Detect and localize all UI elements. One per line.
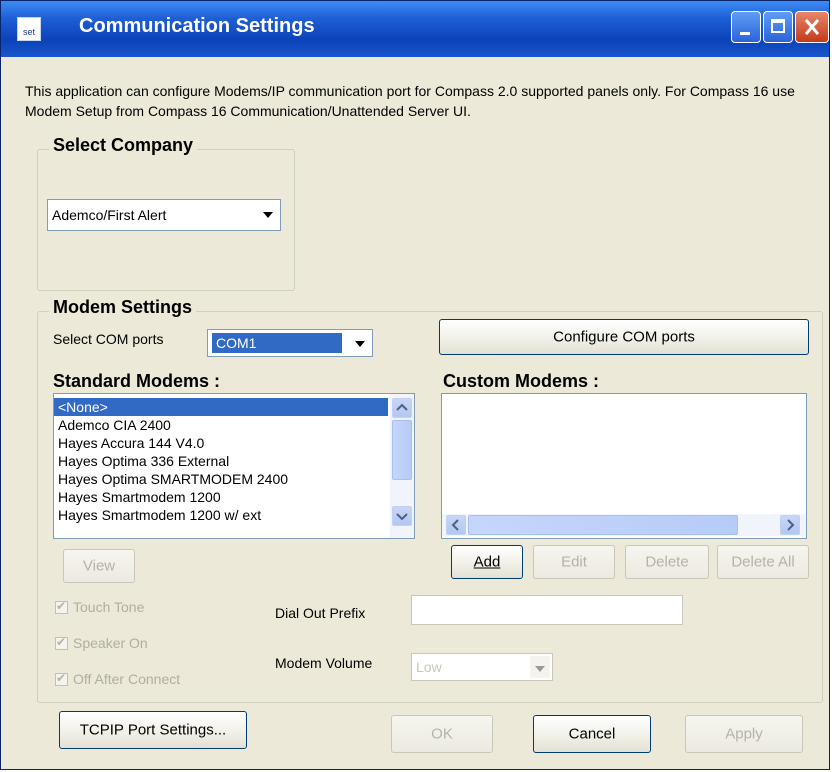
list-item[interactable]: Hayes Optima SMARTMODEM 2400 xyxy=(54,470,414,488)
speaker-on-label: Speaker On xyxy=(73,635,148,651)
standard-modems-list[interactable]: <None> Ademco CIA 2400 Hayes Accura 144 … xyxy=(53,393,415,539)
delete-all-button[interactable]: Delete All xyxy=(717,545,809,579)
dial-out-prefix-label: Dial Out Prefix xyxy=(275,605,366,621)
company-select[interactable]: Ademco/First Alert xyxy=(47,199,281,231)
close-icon xyxy=(804,19,820,35)
standard-modems-scrollbar[interactable] xyxy=(390,394,414,538)
scroll-down-button[interactable] xyxy=(392,506,412,526)
com-port-select-value: COM1 xyxy=(212,333,342,353)
list-item[interactable]: <None> xyxy=(54,398,388,416)
delete-button[interactable]: Delete xyxy=(625,545,709,579)
standard-modems-label: Standard Modems : xyxy=(53,371,221,391)
scroll-left-button[interactable] xyxy=(446,515,466,535)
chevron-down-icon[interactable] xyxy=(530,656,550,678)
chevron-up-icon xyxy=(396,403,408,411)
configure-com-ports-button[interactable]: Configure COM ports xyxy=(439,319,809,355)
custom-modems-label: Custom Modems : xyxy=(443,371,600,391)
custom-modems-list[interactable] xyxy=(441,393,807,539)
off-after-connect-label: Off After Connect xyxy=(73,671,181,687)
list-item[interactable]: Hayes Smartmodem 1200 w/ ext xyxy=(54,506,414,524)
delete-button-label: Delete xyxy=(645,553,689,571)
apply-button[interactable]: Apply xyxy=(685,715,803,753)
modem-settings-legend: Modem Settings xyxy=(49,297,197,318)
ok-button[interactable]: OK xyxy=(391,715,493,753)
delete-all-button-label: Delete All xyxy=(731,553,795,571)
chevron-right-icon xyxy=(787,519,795,531)
touch-tone-label: Touch Tone xyxy=(73,599,145,615)
configure-com-ports-label: Configure COM ports xyxy=(553,328,695,346)
speaker-on-checkbox[interactable] xyxy=(55,635,68,650)
modem-volume-select[interactable]: Low xyxy=(411,653,553,681)
custom-modems-hscrollbar[interactable] xyxy=(442,514,806,536)
scroll-thumb[interactable] xyxy=(392,420,412,480)
chevron-down-icon xyxy=(396,513,408,521)
maximize-button[interactable] xyxy=(763,11,793,43)
list-item[interactable]: Hayes Accura 144 V4.0 xyxy=(54,434,414,452)
scroll-thumb[interactable] xyxy=(468,515,738,535)
off-after-connect-checkbox[interactable] xyxy=(55,671,68,686)
communication-settings-window: set Communication Settings This applicat… xyxy=(0,0,830,770)
add-button-label: Add xyxy=(473,553,501,571)
modem-volume-label: Modem Volume xyxy=(275,655,373,671)
chevron-down-icon[interactable] xyxy=(258,202,278,228)
add-button[interactable]: Add xyxy=(451,545,523,579)
edit-button[interactable]: Edit xyxy=(533,545,615,579)
app-icon: set xyxy=(17,17,41,41)
list-item[interactable]: Ademco CIA 2400 xyxy=(54,416,414,434)
chevron-left-icon xyxy=(451,519,459,531)
scroll-up-button[interactable] xyxy=(392,398,412,418)
scroll-right-button[interactable] xyxy=(780,515,800,535)
minimize-button[interactable] xyxy=(731,11,761,43)
touch-tone-checkbox[interactable] xyxy=(55,599,68,614)
chevron-down-icon[interactable] xyxy=(350,331,370,355)
view-button[interactable]: View xyxy=(63,549,135,583)
window-title: Communication Settings xyxy=(79,15,315,37)
close-button[interactable] xyxy=(795,11,829,43)
tcpip-port-settings-label: TCPIP Port Settings... xyxy=(79,721,227,739)
list-item[interactable]: Hayes Optima 336 External xyxy=(54,452,414,470)
tcpip-port-settings-button[interactable]: TCPIP Port Settings... xyxy=(59,711,247,749)
view-button-label: View xyxy=(82,557,116,575)
title-bar[interactable]: set Communication Settings xyxy=(1,1,829,57)
edit-button-label: Edit xyxy=(561,553,587,571)
company-select-value: Ademco/First Alert xyxy=(52,207,167,223)
info-text: This application can configure Modems/IP… xyxy=(25,83,795,119)
modem-volume-value: Low xyxy=(416,659,442,675)
maximize-icon xyxy=(771,19,785,33)
ok-button-label: OK xyxy=(431,725,453,743)
minimize-icon xyxy=(740,32,750,35)
cancel-button[interactable]: Cancel xyxy=(533,715,651,753)
select-company-legend: Select Company xyxy=(49,135,198,156)
apply-button-label: Apply xyxy=(725,725,763,743)
cancel-button-label: Cancel xyxy=(568,725,616,743)
dial-out-prefix-input[interactable] xyxy=(411,595,683,625)
list-item[interactable]: Hayes Smartmodem 1200 xyxy=(54,488,414,506)
com-port-select[interactable]: COM1 xyxy=(207,329,373,357)
com-ports-label: Select COM ports xyxy=(53,331,164,347)
